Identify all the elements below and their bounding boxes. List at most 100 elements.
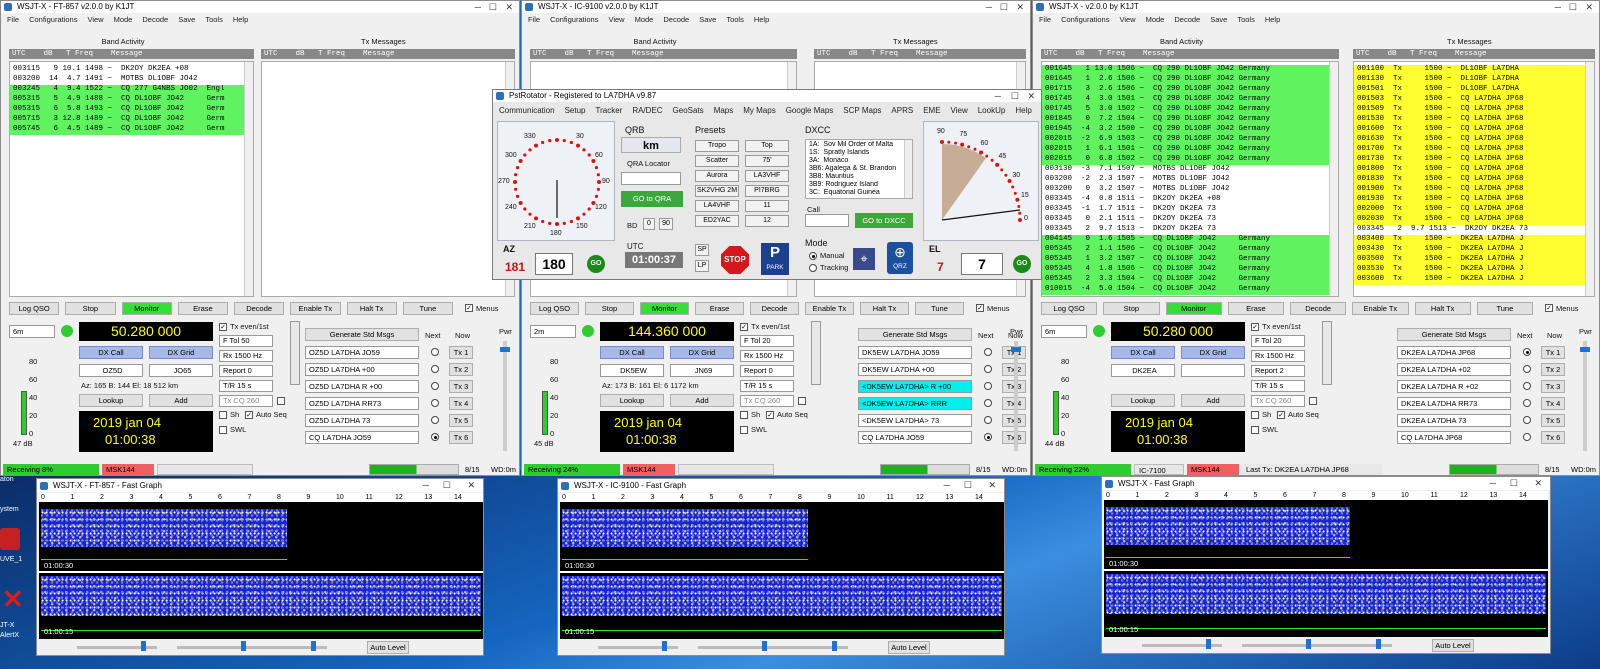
next-radio-1[interactable] — [1523, 348, 1531, 356]
button-stop[interactable]: Stop — [1103, 302, 1160, 315]
list-item[interactable]: 002030 Tx 1500 ~ CQ LA7DHA JP68 — [1354, 215, 1594, 225]
list-item[interactable]: 003245 4 9.4 1522 ~ CQ 277 G4NBS JO02 En… — [10, 85, 253, 95]
list-item[interactable]: 003130 -3 7.1 1507 ~ MOTBS DL1OBF JO42 — [1042, 165, 1338, 175]
scrollbar[interactable] — [1329, 62, 1338, 296]
button-erase[interactable]: Erase — [695, 302, 744, 315]
preset-button[interactable]: 11 — [745, 200, 789, 212]
list-item[interactable]: 005745 6 4.5 1489 ~ CQ DL1OBF JO42 Germ — [10, 125, 253, 135]
list-item[interactable]: 001530 Tx 1500 ~ CQ LA7DHA JP68 — [1354, 115, 1594, 125]
spinbox-rx[interactable]: Rx 1500 Hz — [1251, 350, 1305, 362]
next-radio-2[interactable] — [984, 365, 992, 373]
menu-item-decode[interactable]: Decode — [1174, 15, 1200, 24]
menu-item-view[interactable]: View — [87, 15, 103, 24]
dx-grid-input[interactable]: JO65 — [149, 364, 213, 377]
slider-knob[interactable] — [141, 641, 146, 651]
spinbox-tr[interactable]: T/R 15 s — [740, 380, 794, 392]
bd-90-button[interactable]: 90 — [659, 218, 673, 230]
tx5-button[interactable]: Tx 5 — [1541, 414, 1565, 427]
list-item[interactable]: 010015 -4 5.0 1504 ~ CQ DL1OBF JO42 Germ… — [1042, 285, 1338, 295]
close-icon[interactable]: ✕ — [467, 479, 475, 492]
close-icon[interactable]: ✕ — [1534, 477, 1542, 490]
button-decode[interactable]: Decode — [750, 302, 799, 315]
lookup-button[interactable]: Lookup — [1111, 394, 1175, 407]
power-slider[interactable] — [1583, 341, 1587, 451]
list-item[interactable]: 003400 Tx 1500 ~ DK2EA LA7DHA J — [1354, 235, 1594, 245]
park-button[interactable]: P PARK — [761, 243, 789, 275]
menu-item-tools[interactable]: Tools — [726, 15, 744, 24]
tx-even-checkbox[interactable]: ✓ — [219, 323, 227, 331]
button-erase[interactable]: Erase — [177, 302, 228, 315]
lookup-button[interactable]: Lookup — [600, 394, 664, 407]
tx6-button[interactable]: Tx 6 — [449, 431, 473, 444]
sh-checkbox[interactable] — [740, 411, 748, 419]
dx-grid-input[interactable] — [1181, 364, 1245, 377]
power-slider-knob[interactable] — [1580, 347, 1590, 352]
slider-knob[interactable] — [241, 641, 246, 651]
auto-level-button[interactable]: Auto Level — [888, 641, 930, 654]
message-3-input[interactable]: <DK5EW LA7DHA> R +00 — [858, 380, 972, 393]
list-item[interactable]: 003200 -2 2.3 1507 ~ MOTBS DL1OBF JO42 — [1042, 175, 1338, 185]
button-halt-tx[interactable]: Halt Tx — [1414, 302, 1471, 315]
waterfall[interactable]: 0 1 2 3 4 5 6 7 8 9 10 11 12 13 14 01:00:30 01:00:15 — [560, 493, 1004, 639]
sp-button[interactable]: SP — [695, 244, 709, 256]
swl-checkbox[interactable] — [219, 426, 227, 434]
message-3-input[interactable]: DK2EA LA7DHA R +02 — [1397, 380, 1511, 393]
side-tabs[interactable] — [811, 321, 821, 385]
message-5-input[interactable]: DK2EA LA7DHA 73 — [1397, 414, 1511, 427]
tx4-button[interactable]: Tx 4 — [449, 397, 473, 410]
button-stop[interactable]: Stop — [585, 302, 634, 315]
message-1-input[interactable]: DK2EA LA7DHA JP68 — [1397, 346, 1511, 359]
button-enable-tx[interactable]: Enable Tx — [290, 302, 341, 315]
desktop-icon-5[interactable]: AlertX — [0, 632, 34, 642]
list-item[interactable]: 001100 Tx 1500 ~ DL1OBF LA7DHA — [1354, 65, 1594, 75]
waterfall[interactable]: 0 1 2 3 4 5 6 7 8 9 10 11 12 13 14 01:00:30 01:00:15 — [1104, 491, 1548, 637]
slider-knob[interactable] — [832, 641, 837, 651]
list-item[interactable]: 005345 1 3.2 1507 ~ CQ DL1OBF JO42 Germa… — [1042, 255, 1338, 265]
satellite-dish-icon[interactable]: ⌖ — [853, 248, 875, 270]
button-monitor[interactable]: Monitor — [121, 302, 172, 315]
qra-locator-input[interactable] — [621, 172, 681, 185]
next-radio-3[interactable] — [431, 382, 439, 390]
menu-item-mode[interactable]: Mode — [635, 15, 654, 24]
next-radio-2[interactable] — [1523, 365, 1531, 373]
button-log-qso[interactable]: Log QSO — [1041, 302, 1098, 315]
tx1-button[interactable]: Tx 1 — [1541, 346, 1565, 359]
dx-call-input[interactable]: DK2EA — [1111, 364, 1175, 377]
auto-seq-checkbox[interactable]: ✓ — [245, 411, 253, 419]
preset-button[interactable]: 12 — [745, 215, 789, 227]
list-item[interactable]: 003345 -1 1.7 1511 ~ DK2OY DK2EA 73 — [1042, 205, 1338, 215]
preset-button[interactable]: Top — [745, 140, 789, 152]
az-input[interactable]: 180 — [535, 253, 573, 275]
list-item[interactable]: 001730 Tx 1500 ~ CQ LA7DHA JP68 — [1354, 155, 1594, 165]
dxcc-item[interactable]: 3B6: Agalega & St. Brandon — [806, 165, 912, 173]
list-item[interactable]: 001700 Tx 1500 ~ CQ LA7DHA JP68 — [1354, 145, 1594, 155]
tx3-button[interactable]: Tx 3 — [1541, 380, 1565, 393]
button-enable-tx[interactable]: Enable Tx — [1352, 302, 1409, 315]
maximize-icon[interactable]: ☐ — [1569, 1, 1577, 13]
button-decode[interactable]: Decode — [234, 302, 285, 315]
close-icon[interactable]: ✕ — [505, 1, 513, 13]
band-select[interactable]: 6m — [1041, 325, 1087, 338]
list-item[interactable]: 001630 Tx 1500 ~ CQ LA7DHA JP68 — [1354, 135, 1594, 145]
menu-item-configurations[interactable]: Configurations — [29, 15, 77, 24]
list-item[interactable]: 005715 3 12.8 1489 ~ CQ DL1OBF JO42 Germ — [10, 115, 253, 125]
list-item[interactable]: 001800 Tx 1500 ~ CQ LA7DHA JP68 — [1354, 165, 1594, 175]
dxcc-item[interactable]: 3B9: Rodriguez Island — [806, 181, 912, 189]
next-radio-5[interactable] — [1523, 416, 1531, 424]
list-item[interactable]: 003200 0 3.2 1507 ~ MOTBS DL1OBF JO42 — [1042, 185, 1338, 195]
message-1-input[interactable]: OZ5D LA7DHA JO59 — [305, 346, 419, 359]
slider-knob[interactable] — [1206, 639, 1211, 649]
slider-knob[interactable] — [1306, 639, 1311, 649]
auto-seq-checkbox[interactable]: ✓ — [1277, 411, 1285, 419]
slider-knob[interactable] — [762, 641, 767, 651]
list-item[interactable]: 001745 4 3.0 1501 ~ CQ 290 DL1OBF JO42 G… — [1042, 95, 1338, 105]
list-item[interactable]: 003345 2 9.7 1513 ~ DK2OY DK2EA 73 — [1354, 225, 1594, 235]
tracking-radio[interactable] — [809, 264, 817, 272]
dxcc-item[interactable]: 3B8: Mauritius — [806, 173, 912, 181]
button-erase[interactable]: Erase — [1227, 302, 1284, 315]
message-6-input[interactable]: CQ LA7DHA JO59 — [858, 431, 972, 444]
spinbox-txcq[interactable]: Tx CQ 260 — [1251, 395, 1305, 407]
list-item[interactable]: 003345 -4 0.8 1511 ~ DK2OY DK2EA +08 — [1042, 195, 1338, 205]
rotator-menu-geosats[interactable]: GeoSats — [673, 106, 704, 115]
next-radio-3[interactable] — [984, 382, 992, 390]
